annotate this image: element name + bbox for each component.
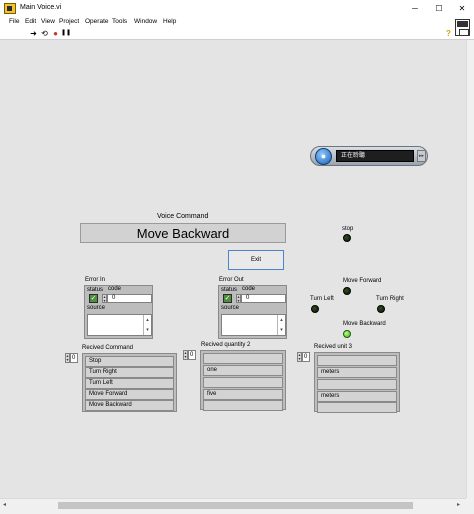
menu-file[interactable]: File [9,18,19,25]
menu-project[interactable]: Project [59,18,79,25]
recived-unit-label: Recived unit 3 [314,344,353,350]
list-item [203,400,283,411]
list-item [203,353,283,364]
menu-operate[interactable]: Operate [85,18,109,25]
voice-command-indicator: Move Backward [80,223,286,243]
stop-led-label: stop [342,226,354,232]
stop-led [343,234,351,242]
menu-tools[interactable]: Tools [112,18,127,25]
recived-quantity-label: Recived quantity 2 [201,342,251,348]
error-out-status-checkbox: ✓ [223,294,232,303]
recived-unit-array: meters meters [314,352,400,413]
error-in-code-value[interactable]: 0 [107,294,152,303]
list-item: Move Backward [85,400,174,411]
scroll-right-icon[interactable]: ▸ [457,501,460,508]
maximize-button[interactable]: ☐ [432,2,446,15]
turn-left-led [311,305,319,313]
list-item [203,377,283,388]
error-in-status-label: status [87,287,104,293]
window-title: Main Voice.vi [20,4,62,11]
recived-quantity-array: one five [200,350,286,411]
labview-app-icon [4,3,16,14]
turn-right-led-label: Turn Right [376,296,404,302]
speech-widget-expand-icon[interactable]: ▸▸ [417,150,426,162]
recived-command-label: Recived Command [82,345,134,351]
list-item: one [203,365,283,376]
front-panel: ● 正在聆聽 ▸▸ Voice Command Move Backward Ex… [0,40,466,498]
run-continuously-icon[interactable]: ⟲ [40,29,49,38]
error-out-code-value: 0 [241,294,286,303]
turn-left-led-label: Turn Left [310,296,334,302]
error-out-cluster: status code ✓ ▴ ▾ 0 source ▴ ▾ [218,285,287,339]
list-item [317,402,397,413]
error-out-label: Error Out [219,277,244,283]
turn-right-led [377,305,385,313]
run-arrow-icon[interactable]: ➜ [29,29,38,38]
scroll-left-icon[interactable]: ◂ [3,501,6,508]
horizontal-scrollbar[interactable]: ◂ ▸ [0,498,466,514]
vi-connector-icon [455,19,470,36]
error-in-source-field[interactable]: ▴ ▾ [87,314,152,336]
list-item [317,379,397,390]
speech-status-text: 正在聆聽 [336,150,414,162]
close-button[interactable]: ✕ [455,2,469,15]
menu-window[interactable]: Window [134,18,157,25]
title-bar: Main Voice.vi ─ ☐ ✕ [0,0,474,18]
error-in-status-checkbox[interactable]: ✓ [89,294,98,303]
pause-icon[interactable]: ❚❚ [61,29,71,38]
list-item: Turn Left [85,378,174,389]
list-item: Move Forward [85,389,174,400]
speech-recognition-widget: ● 正在聆聽 ▸▸ [310,146,428,166]
move-forward-led-label: Move Forward [343,278,382,284]
error-out-status-label: status [221,287,238,293]
list-item: five [203,389,283,400]
vertical-scrollbar[interactable] [466,40,474,498]
list-item: meters [317,391,397,402]
context-help-icon[interactable]: ? [444,29,453,38]
error-out-source-scrollbar[interactable]: ▴ ▾ [277,315,285,335]
toolbar: ➜ ⟲ ● ❚❚ ? [0,28,474,40]
error-in-cluster: status code ✓ ▴ ▾ 0 source ▴ ▾ [84,285,153,339]
error-out-code-label: code [242,286,256,292]
error-out-source-field: ▴ ▾ [221,314,286,336]
menu-help[interactable]: Help [163,18,176,25]
list-item: meters [317,367,397,378]
error-in-source-label: source [87,305,106,311]
error-in-source-scrollbar[interactable]: ▴ ▾ [143,315,151,335]
move-backward-led-label: Move Backward [343,321,386,327]
move-forward-led [343,287,351,295]
menu-edit[interactable]: Edit [25,18,36,25]
horizontal-scroll-thumb[interactable] [58,502,413,509]
error-in-label: Error In [85,277,106,283]
recived-command-array: Stop Turn Right Turn Left Move Forward M… [82,353,177,412]
error-in-code-label: code [108,286,122,292]
recived-quantity-index[interactable]: 0 [188,350,196,360]
list-item [317,355,397,366]
voice-command-label: Voice Command [157,213,209,220]
list-item: Turn Right [85,367,174,378]
microphone-icon[interactable]: ● [315,148,332,165]
move-backward-led [343,330,351,338]
menu-bar: File Edit View Project Operate Tools Win… [0,17,474,28]
abort-icon[interactable]: ● [51,29,60,38]
list-item: Stop [85,356,174,367]
error-out-source-label: source [221,305,240,311]
minimize-button[interactable]: ─ [408,2,422,15]
recived-command-index[interactable]: 0 [70,353,78,363]
exit-button[interactable]: Exit [228,250,284,270]
menu-view[interactable]: View [41,18,55,25]
recived-unit-index[interactable]: 0 [302,352,310,362]
